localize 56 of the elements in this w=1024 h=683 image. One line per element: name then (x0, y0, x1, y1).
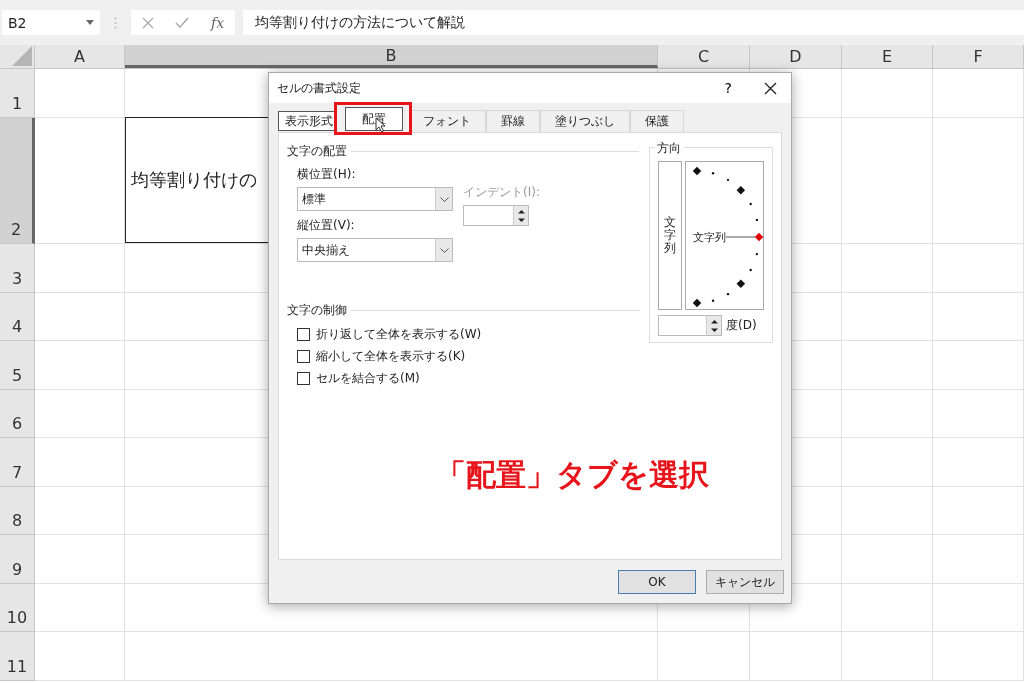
vertical-text-option[interactable]: 文字列 (658, 161, 682, 310)
chevron-icon (439, 247, 449, 253)
column-header[interactable]: C (658, 45, 750, 68)
spin-arrows-icon (517, 208, 525, 223)
row-header[interactable]: 11 (0, 632, 35, 681)
tab[interactable]: 保護 (630, 110, 684, 132)
row-header[interactable]: 9 (0, 535, 35, 584)
checkbox-label: 折り返して全体を表示する(W) (316, 325, 482, 343)
checkbox[interactable] (297, 349, 310, 363)
tab[interactable]: 塗りつぶし (540, 110, 630, 132)
spin-box[interactable] (463, 205, 529, 226)
close-icon[interactable] (764, 81, 777, 95)
cancel-icon[interactable] (141, 16, 154, 29)
cell-text: 均等割り付けの (131, 168, 257, 192)
row-header[interactable]: 4 (0, 292, 35, 341)
checkbox[interactable] (297, 371, 310, 385)
row-header[interactable]: 6 (0, 389, 35, 438)
column-header[interactable]: B (125, 45, 658, 68)
group-heading: 文字の配置 (287, 143, 347, 160)
row-header[interactable]: 5 (0, 341, 35, 390)
row-header[interactable]: 2 (0, 118, 35, 244)
group-heading: 方向 (655, 140, 683, 157)
dropdown[interactable]: 標準 (297, 187, 453, 211)
insert-function-button[interactable]: fx (211, 14, 225, 31)
dropdown-caret-icon (86, 20, 94, 25)
group-heading: 文字の制御 (287, 302, 347, 319)
checkbox[interactable] (297, 327, 310, 341)
checkbox-label: 縮小して全体を表示する(K) (316, 347, 466, 365)
dialog-button[interactable]: OK (618, 570, 696, 594)
row-header[interactable]: 3 (0, 244, 35, 293)
dialog-button[interactable]: キャンセル (706, 570, 784, 594)
spin-box[interactable] (658, 315, 722, 336)
row-header[interactable]: 8 (0, 486, 35, 535)
field-label: 縦位置(V): (297, 217, 356, 234)
field-label: インデント(I): (463, 184, 540, 201)
chevron-icon (439, 196, 449, 202)
spin-arrows-icon (710, 318, 718, 333)
row-header[interactable]: 10 (0, 583, 35, 632)
field-label: 度(D) (726, 317, 757, 334)
dropdown[interactable]: 中央揃え (297, 238, 453, 262)
field-label: 横位置(H): (297, 166, 357, 183)
help-button[interactable]: ? (724, 80, 732, 96)
check-icon[interactable] (175, 17, 190, 28)
checkbox-label: セルを結合する(M) (316, 369, 420, 387)
tab[interactable]: 罫線 (486, 110, 540, 132)
column-header[interactable]: D (750, 45, 842, 68)
orientation-dial[interactable]: 文字列 (685, 161, 764, 310)
formula-field[interactable]: 均等割り付けの方法について解説 (243, 10, 1024, 35)
column-header[interactable]: F (933, 45, 1024, 68)
row-header[interactable]: 7 (0, 438, 35, 487)
dial-text: 文字列 (693, 230, 726, 245)
annotation-text: 「配置」タブを選択 (434, 456, 710, 494)
dialog-title: セルの書式設定 (277, 79, 362, 97)
column-header[interactable]: E (842, 45, 933, 68)
name-box[interactable]: B2 (2, 10, 100, 35)
row-header[interactable]: 1 (0, 69, 35, 118)
